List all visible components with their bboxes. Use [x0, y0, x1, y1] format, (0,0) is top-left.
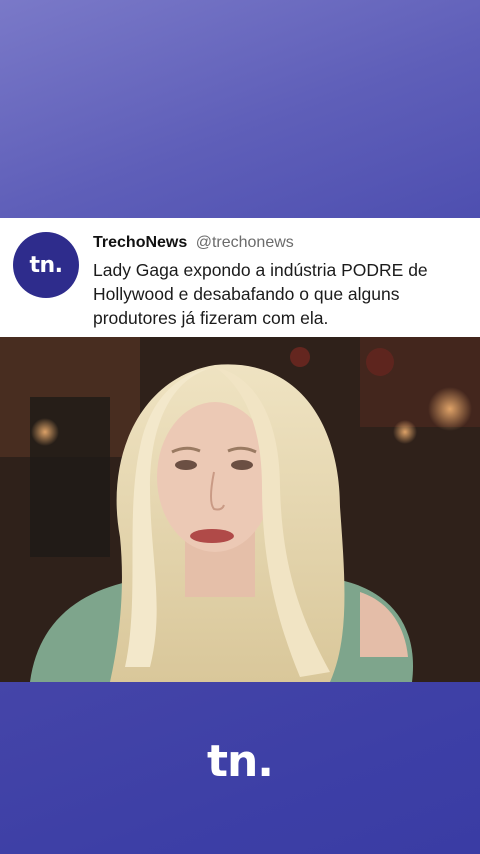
- author-handle[interactable]: @trechonews: [196, 234, 294, 251]
- brand-logo: tn.: [206, 736, 274, 787]
- video-frame[interactable]: [0, 337, 480, 682]
- tweet-text: Lady Gaga expondo a indústria PODRE de H…: [93, 260, 428, 328]
- interview-video-image: [0, 337, 480, 682]
- avatar[interactable]: tn.: [13, 232, 79, 298]
- tweet-header: TrechoNews @trechonews: [93, 234, 294, 252]
- tweet-card[interactable]: tn. TrechoNews @trechonews Lady Gaga exp…: [0, 218, 480, 337]
- author-name[interactable]: TrechoNews: [93, 234, 187, 251]
- top-background: [0, 0, 480, 218]
- footer-banner: tn.: [0, 682, 480, 854]
